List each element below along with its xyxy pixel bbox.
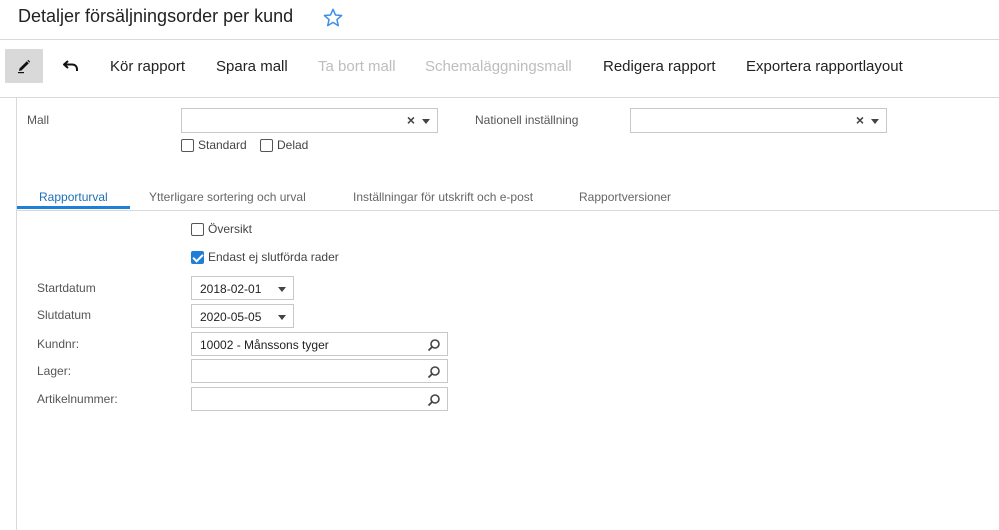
standard-checkbox-label: Standard (198, 138, 247, 152)
end-date-picker[interactable]: 2020-05-05 (191, 304, 294, 328)
search-icon[interactable] (427, 338, 441, 352)
undo-button[interactable] (52, 49, 90, 83)
chevron-down-icon[interactable] (278, 287, 286, 292)
tab-ytterligare-sortering[interactable]: Ytterligare sortering och urval (149, 190, 306, 210)
save-template-button[interactable]: Spara mall (216, 58, 288, 75)
start-date-value: 2018-02-01 (200, 282, 262, 296)
edit-report-button[interactable]: Redigera rapport (603, 58, 716, 75)
customer-value: 10002 - Månssons tyger (200, 338, 329, 352)
template-label: Mall (27, 113, 50, 127)
standard-checkbox[interactable] (181, 139, 194, 152)
clear-icon[interactable]: × (407, 112, 415, 128)
template-select[interactable]: × (181, 108, 438, 133)
item-number-lookup[interactable] (191, 387, 448, 411)
chevron-down-icon[interactable] (871, 119, 879, 124)
pencil-icon (18, 59, 31, 74)
export-layout-button[interactable]: Exportera rapportlayout (746, 58, 903, 75)
chevron-down-icon[interactable] (422, 119, 430, 124)
undo-icon (63, 60, 78, 71)
tab-installningar-utskrift[interactable]: Inställningar för utskrift och e-post (353, 190, 533, 210)
schedule-template-button[interactable]: Schemaläggningsmall (425, 58, 572, 75)
open-lines-only-label: Endast ej slutförda rader (208, 250, 339, 264)
end-date-label: Slutdatum (37, 308, 92, 322)
locale-select[interactable]: × (630, 108, 887, 133)
open-lines-only-checkbox[interactable] (191, 251, 204, 264)
shared-checkbox[interactable] (260, 139, 273, 152)
locale-label: Nationell inställning (475, 113, 579, 127)
start-date-picker[interactable]: 2018-02-01 (191, 276, 294, 300)
end-date-value: 2020-05-05 (200, 310, 262, 324)
run-report-button[interactable]: Kör rapport (110, 58, 185, 75)
search-icon[interactable] (427, 365, 441, 379)
tab-bar: Rapporturval Ytterligare sortering och u… (17, 190, 999, 211)
active-tab-indicator (17, 206, 130, 209)
edit-button[interactable] (5, 49, 43, 83)
warehouse-lookup[interactable] (191, 359, 448, 383)
report-panel: Mall × Standard Delad Nationell inställn… (16, 98, 999, 530)
start-date-label: Startdatum (37, 281, 96, 295)
search-icon[interactable] (427, 393, 441, 407)
favorite-star-icon[interactable] (322, 7, 344, 29)
warehouse-label: Lager: (37, 364, 72, 378)
overview-checkbox-label: Översikt (208, 222, 253, 236)
chevron-down-icon[interactable] (278, 315, 286, 320)
shared-checkbox-label: Delad (277, 138, 309, 152)
delete-template-button[interactable]: Ta bort mall (318, 58, 396, 75)
tab-rapportversioner[interactable]: Rapportversioner (579, 190, 671, 210)
page-title: Detaljer försäljningsorder per kund (18, 6, 294, 26)
overview-checkbox[interactable] (191, 223, 204, 236)
customer-label: Kundnr: (37, 337, 80, 351)
item-number-label: Artikelnummer: (37, 392, 118, 406)
title-bar: Detaljer försäljningsorder per kund (0, 0, 999, 40)
toolbar: Kör rapport Spara mall Ta bort mall Sche… (0, 41, 999, 98)
clear-icon[interactable]: × (856, 112, 864, 128)
customer-lookup[interactable]: 10002 - Månssons tyger (191, 332, 448, 356)
